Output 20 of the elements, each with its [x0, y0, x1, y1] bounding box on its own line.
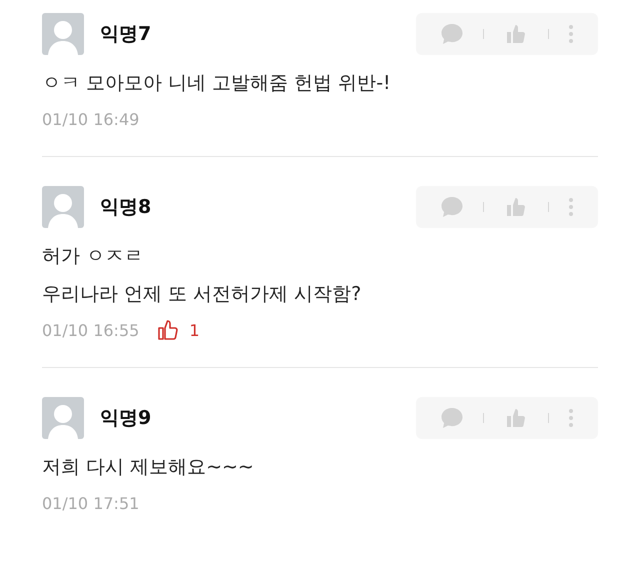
reply-button[interactable] [440, 196, 464, 218]
more-button[interactable] [568, 24, 574, 44]
comment-text: 저희 다시 제보해요~~~ [42, 455, 255, 480]
reply-button[interactable] [440, 23, 464, 45]
comment-text: ㅇㅋ 모아모아 니네 고발해줌 헌법 위반-! [42, 71, 392, 96]
like-count: 1 [189, 320, 200, 340]
comment-time: 01/10 16:55 [42, 320, 140, 340]
avatar-icon [42, 13, 84, 55]
more-button[interactable] [568, 197, 574, 217]
comment-time: 01/10 16:49 [42, 110, 140, 128]
reply-button[interactable] [440, 407, 464, 429]
avatar-icon [42, 186, 84, 228]
author-name: 익명9 [100, 406, 152, 431]
comment-text: 우리나라 언제 또 서전허가제 시작함? [42, 282, 362, 307]
author-name: 익명7 [100, 22, 152, 47]
avatar-icon [42, 397, 84, 439]
author-name: 익명8 [100, 195, 152, 220]
comment-time: 01/10 17:51 [42, 494, 140, 512]
comment-text: 허가 ㅇㅈㄹ [42, 244, 144, 269]
more-button[interactable] [568, 408, 574, 428]
